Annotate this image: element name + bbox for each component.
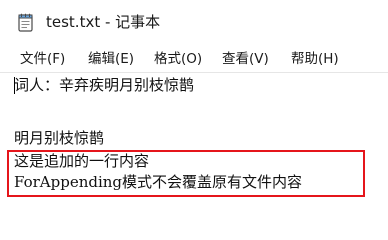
notepad-icon	[18, 13, 33, 32]
highlight-annotation-box	[7, 150, 365, 197]
menu-edit[interactable]: 编辑(E)	[88, 50, 134, 68]
menu-bar: 文件(F) 编辑(E) 格式(O) 查看(V) 帮助(H)	[0, 46, 388, 72]
document-line: 词人：辛弃疾明月别枝惊鹊	[14, 76, 195, 94]
menu-help[interactable]: 帮助(H)	[291, 50, 339, 68]
document-line: 明月别枝惊鹊	[14, 129, 105, 147]
window-title: test.txt - 记事本	[46, 13, 161, 31]
menu-file[interactable]: 文件(F)	[20, 50, 65, 68]
menu-view[interactable]: 查看(V)	[222, 50, 269, 68]
title-bar: test.txt - 记事本	[0, 0, 388, 46]
menu-format[interactable]: 格式(O)	[154, 50, 202, 68]
